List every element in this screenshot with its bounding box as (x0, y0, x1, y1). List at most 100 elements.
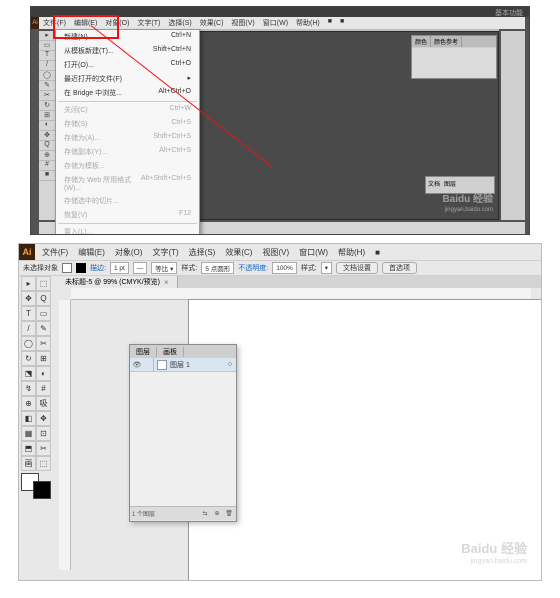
toolbox[interactable]: ▸▭T/◯✎✂↻⊞◐✥Q⊕#■ (39, 31, 55, 220)
panel-tab[interactable]: 图层 (130, 347, 157, 357)
artboard[interactable] (189, 300, 541, 580)
menu-item[interactable]: 效果(C) (220, 247, 257, 258)
tool-button[interactable]: ⊞ (36, 351, 51, 366)
doc-setup-button[interactable]: 文档设置 (336, 262, 378, 274)
tool-button[interactable]: ✥ (21, 291, 36, 306)
panel-footer-icon[interactable]: 🗑 (224, 510, 234, 517)
menu-item[interactable]: 选择(S) (184, 247, 221, 258)
color-panel-body[interactable] (412, 48, 496, 78)
menu-item[interactable]: 效果(C) (196, 17, 228, 29)
target-icon[interactable]: ○ (224, 361, 236, 368)
tool-button[interactable]: ✎ (39, 81, 55, 91)
close-icon[interactable]: × (164, 278, 169, 287)
tool-button[interactable]: ⊕ (21, 396, 36, 411)
menu-item[interactable]: 文件(F) (39, 17, 70, 29)
visibility-icon[interactable]: 👁 (130, 361, 144, 369)
menu-item[interactable]: ■ (324, 17, 336, 29)
brush-field[interactable]: 5 点圆形 (201, 262, 234, 274)
panel-tab[interactable]: 文档 (428, 182, 444, 188)
stroke-swatch[interactable] (33, 481, 51, 499)
color-swatch[interactable] (21, 473, 51, 499)
tool-button[interactable]: ⬔ (21, 366, 36, 381)
menu-item[interactable]: 文字(T) (147, 247, 183, 258)
tool-button[interactable]: / (39, 61, 55, 71)
panel-tab[interactable]: 颜色参考 (431, 36, 462, 47)
ruler-horizontal[interactable] (71, 288, 531, 300)
fill-swatch[interactable] (62, 263, 72, 273)
layers-body[interactable] (130, 372, 236, 506)
tool-button[interactable]: ↯ (21, 381, 36, 396)
tool-button[interactable]: ↻ (21, 351, 36, 366)
tool-button[interactable]: ✂ (36, 336, 51, 351)
ruler-vertical[interactable] (59, 300, 71, 570)
file-menu-dropdown[interactable]: 新建(N)...Ctrl+N从模板新建(T)...Shift+Ctrl+N打开(… (55, 29, 200, 235)
tool-button[interactable]: # (39, 161, 55, 171)
menu-item[interactable]: 视图(V) (257, 247, 294, 258)
opacity-link[interactable]: 不透明度: (238, 263, 268, 273)
menu-item[interactable]: 最近打开的文件(F)▸ (56, 72, 199, 86)
panel-tab[interactable]: 颜色 (412, 36, 431, 47)
tool-button[interactable]: / (21, 321, 36, 336)
document-tabbar[interactable]: 未标题-5 @ 99% (CMYK/预览) × (57, 276, 541, 288)
tool-button[interactable]: ✥ (36, 411, 51, 426)
opacity-field[interactable]: 100% (272, 262, 297, 274)
menu-item[interactable]: 打开(O)...Ctrl+O (56, 58, 199, 72)
menu-item[interactable]: ■ (336, 17, 348, 29)
stroke-weight-field[interactable]: 1 pt (110, 262, 129, 274)
menu-item[interactable]: 编辑(E) (73, 247, 110, 258)
tool-button[interactable]: ◯ (21, 336, 36, 351)
panel-footer-icon[interactable]: ⇆ (200, 510, 210, 517)
menu-item[interactable]: 新建(N)...Ctrl+N (56, 30, 199, 44)
menu-item[interactable]: 对象(O) (101, 17, 133, 29)
document-tab[interactable]: 未标题-5 @ 99% (CMYK/预览) × (57, 276, 178, 288)
menubar[interactable]: 文件(F)编辑(E)对象(O)文字(T)选择(S)效果(C)视图(V)窗口(W)… (37, 244, 539, 260)
layer-thumb[interactable] (157, 360, 167, 370)
tool-button[interactable]: T (39, 51, 55, 61)
tool-button[interactable]: ▦ (21, 426, 36, 441)
tool-button[interactable]: ⬚ (36, 456, 51, 471)
tool-button[interactable]: ▭ (39, 41, 55, 51)
tool-button[interactable]: ✎ (36, 321, 51, 336)
menu-item[interactable]: 编辑(E) (70, 17, 101, 29)
uniform-field[interactable]: 等比 ▾ (151, 262, 177, 274)
layer-name[interactable]: 图层 1 (170, 360, 224, 370)
toolbox[interactable]: ▸⬚✥QT▭/✎◯✂↻⊞⬔◐↯#⊕吸◧✥▦⊡⬒✂画⬚ (21, 276, 53, 578)
tool-button[interactable]: ■ (39, 171, 55, 181)
menu-item[interactable]: 选择(S) (164, 17, 195, 29)
tool-button[interactable]: Q (36, 291, 51, 306)
tool-button[interactable]: ◐ (36, 366, 51, 381)
menu-item[interactable]: 从模板新建(T)...Shift+Ctrl+N (56, 44, 199, 58)
layers-mini-panel[interactable]: 文档图层 (425, 176, 495, 194)
tool-button[interactable]: T (21, 306, 36, 321)
menu-item[interactable]: 视图(V) (227, 17, 258, 29)
menu-item[interactable]: 对象(O) (110, 247, 148, 258)
menu-item[interactable]: 文字(T) (133, 17, 164, 29)
tool-button[interactable]: 画 (21, 456, 36, 471)
menu-item[interactable]: 窗口(W) (294, 247, 333, 258)
right-dock[interactable] (501, 31, 525, 220)
graphic-style-field[interactable]: ▾ (321, 262, 332, 274)
tool-button[interactable]: ✂ (39, 91, 55, 101)
panel-tab[interactable]: 画板 (157, 347, 184, 357)
menubar[interactable]: 文件(F)编辑(E)对象(O)文字(T)选择(S)效果(C)视图(V)窗口(W)… (39, 17, 525, 29)
stroke-swatch[interactable] (76, 263, 86, 273)
tool-button[interactable]: ✥ (39, 131, 55, 141)
menu-item[interactable]: 帮助(H) (292, 17, 324, 29)
tool-button[interactable]: ◯ (39, 71, 55, 81)
tool-button[interactable]: ⊞ (39, 111, 55, 121)
stroke-link[interactable]: 描边: (90, 263, 106, 273)
color-panel[interactable]: 颜色颜色参考 (411, 35, 497, 79)
tool-button[interactable]: ⬒ (21, 441, 36, 456)
lock-col[interactable] (144, 358, 154, 372)
options-bar[interactable]: 未选择对象 描边: 1 pt — 等比 ▾ 样式: 5 点圆形 不透明度: 10… (19, 260, 541, 276)
menu-item[interactable]: 帮助(H) (333, 247, 370, 258)
tool-button[interactable]: 吸 (36, 396, 51, 411)
tool-button[interactable]: Q (39, 141, 55, 151)
panel-tab[interactable]: 图层 (444, 182, 460, 188)
tool-button[interactable]: ⬚ (36, 276, 51, 291)
tool-button[interactable]: ⊡ (36, 426, 51, 441)
layers-panel[interactable]: 图层画板 👁 图层 1 ○ 1 个图层 ⇆⊕🗑 (129, 344, 237, 522)
menu-item[interactable]: ■ (370, 248, 385, 257)
prefs-button[interactable]: 首选项 (382, 262, 417, 274)
tool-button[interactable]: ↻ (39, 101, 55, 111)
